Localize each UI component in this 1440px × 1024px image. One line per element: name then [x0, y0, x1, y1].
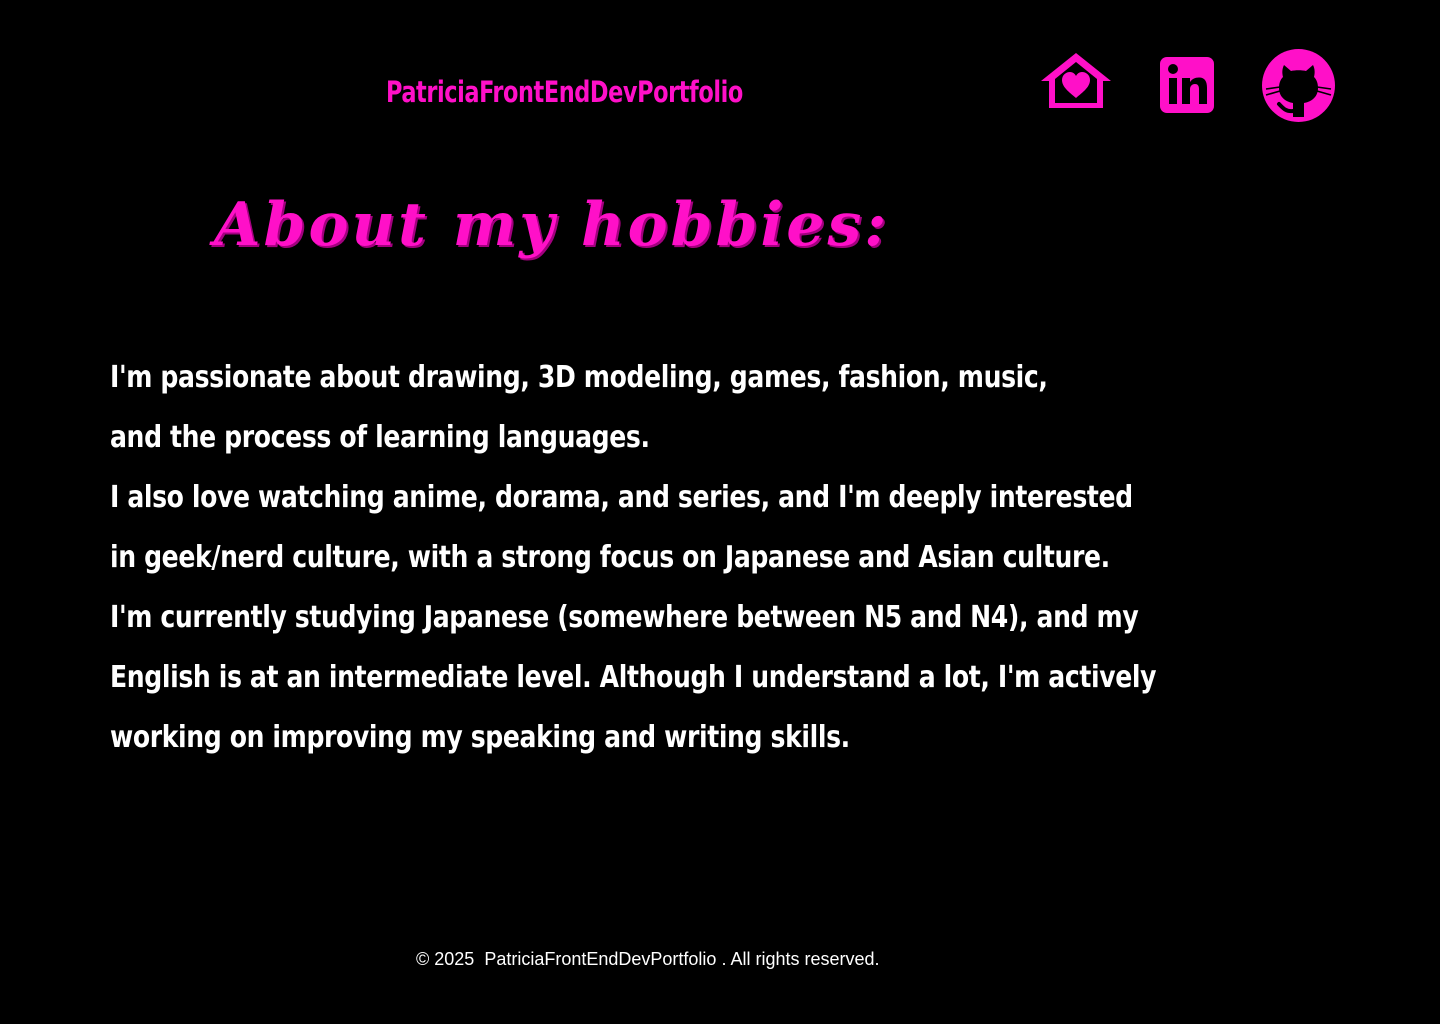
- site-footer: © 2025 PatriciaFrontEndDevPortfolio . Al…: [416, 946, 880, 972]
- bio-line: in geek/nerd culture, with a strong focu…: [110, 540, 1110, 575]
- github-icon: [1262, 49, 1335, 122]
- site-title-link[interactable]: PatriciaFrontEndDevPortfolio: [386, 72, 743, 112]
- github-link[interactable]: [1262, 49, 1335, 122]
- copyright-year: © 2025: [416, 949, 475, 969]
- linkedin-link[interactable]: [1160, 57, 1214, 113]
- page-title: About my hobbies:: [214, 190, 890, 260]
- home-heart-icon: [1039, 50, 1113, 112]
- footer-site-name: PatriciaFrontEndDevPortfolio: [484, 949, 717, 969]
- bio-line: I'm currently studying Japanese (somewhe…: [110, 600, 1139, 635]
- footer-rights: . All rights reserved.: [721, 949, 880, 969]
- bio-line: English is at an intermediate level. Alt…: [110, 660, 1157, 695]
- hobbies-description: I'm passionate about drawing, 3D modelin…: [110, 348, 1350, 768]
- bio-line: working on improving my speaking and wri…: [110, 720, 850, 755]
- home-link[interactable]: [1039, 50, 1113, 112]
- bio-line: and the process of learning languages.: [110, 420, 650, 455]
- bio-line: I also love watching anime, dorama, and …: [110, 480, 1133, 515]
- bio-line: I'm passionate about drawing, 3D modelin…: [110, 360, 1048, 395]
- linkedin-icon: [1160, 57, 1214, 113]
